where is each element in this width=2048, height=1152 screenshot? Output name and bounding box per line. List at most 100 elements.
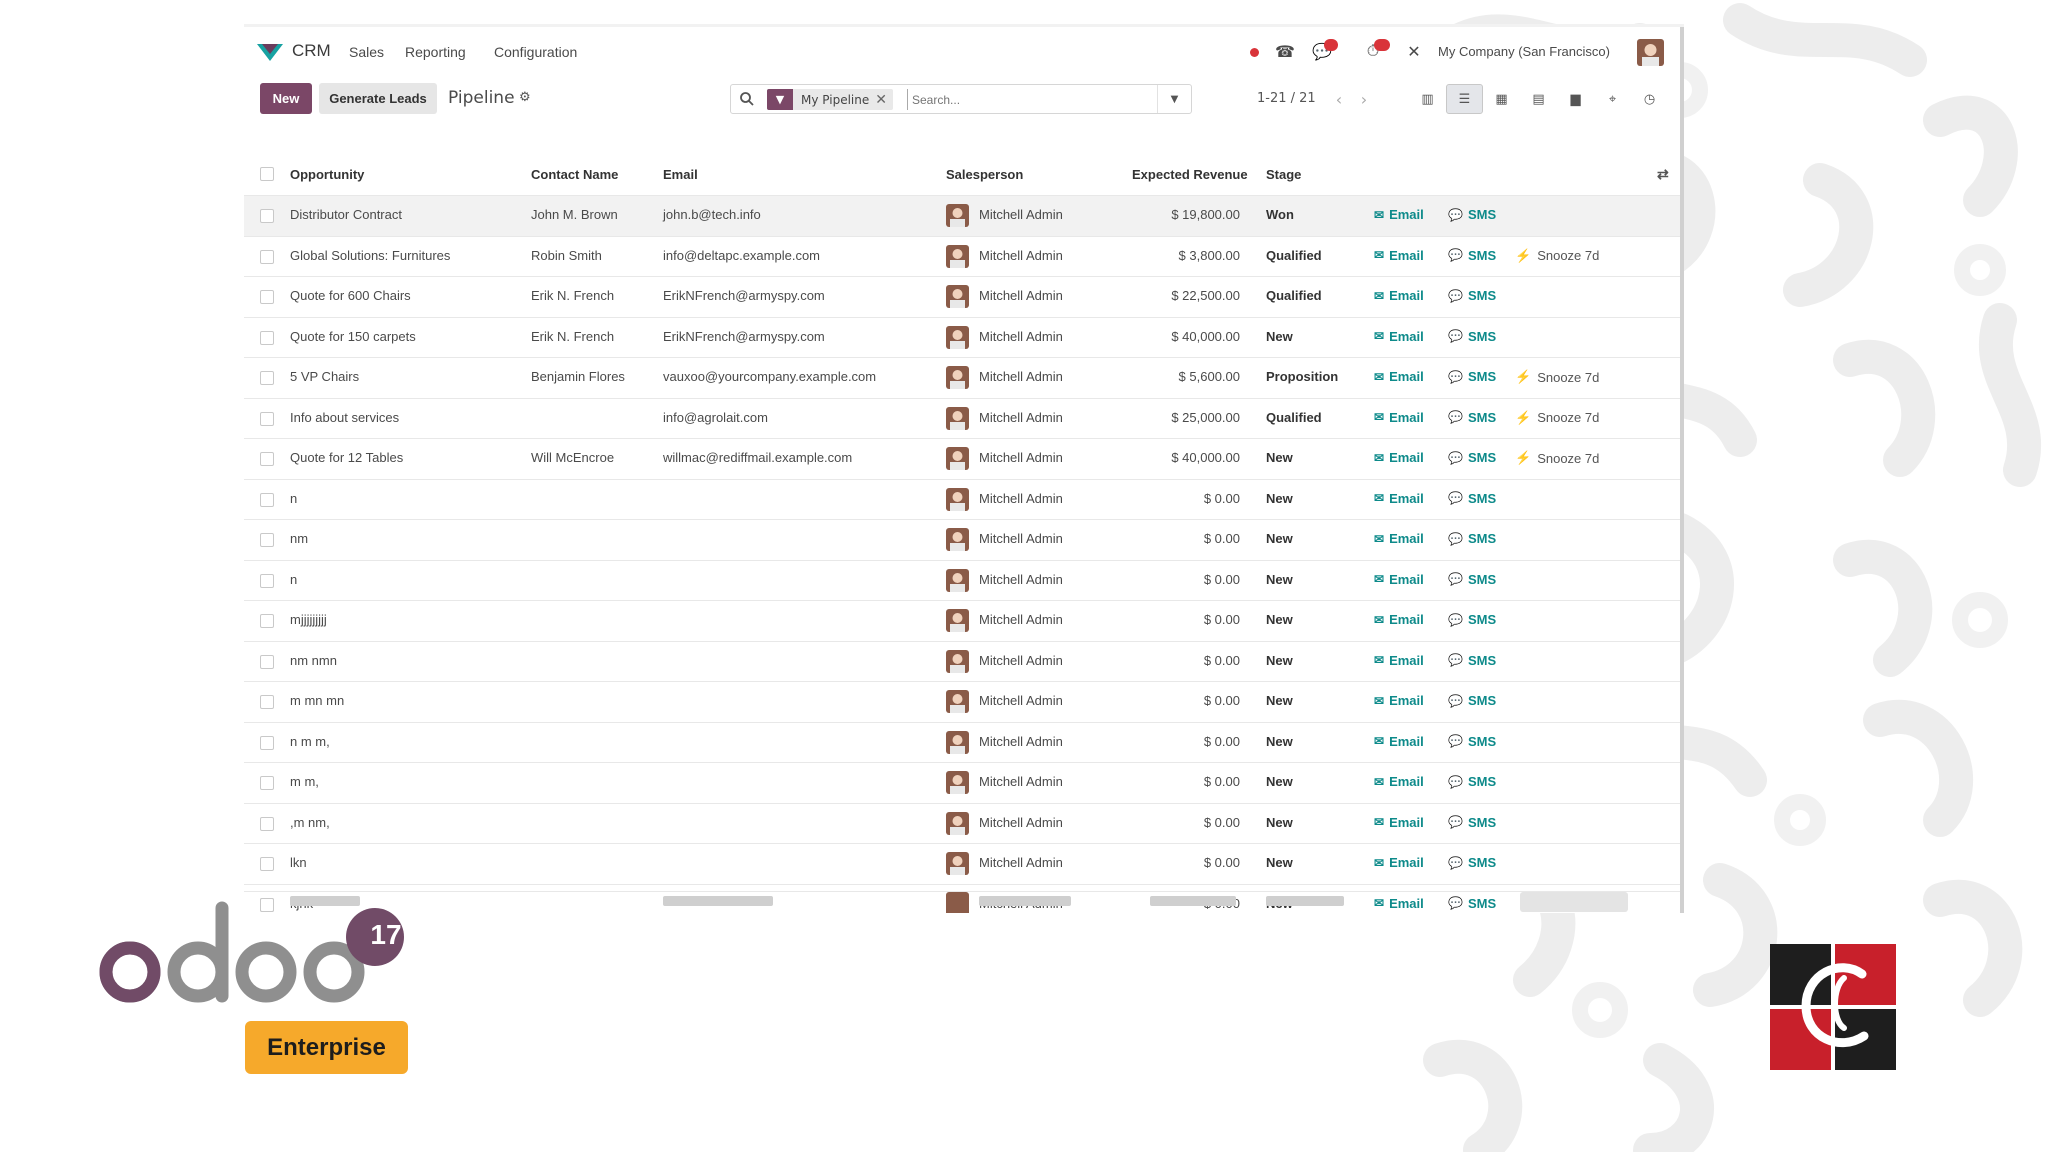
- row-checkbox[interactable]: [260, 654, 274, 669]
- row-checkbox[interactable]: [260, 695, 274, 709]
- pager-previous-icon[interactable]: ‹: [1327, 87, 1351, 111]
- email-action-button[interactable]: ✉ Email: [1374, 734, 1424, 749]
- email-action-button[interactable]: ✉ Email: [1374, 248, 1424, 263]
- table-row[interactable]: n m m, Mitchell Admin $ 0.00 New ✉ Email 💬 SMS: [244, 721, 1680, 763]
- email-action-button[interactable]: ✉ Email: [1374, 612, 1424, 627]
- email-action-button[interactable]: ✉ Email: [1374, 774, 1424, 789]
- column-opportunity[interactable]: Opportunity: [290, 167, 364, 182]
- table-row[interactable]: Quote for 600 Chairs Erik N. French ErikNF…: [244, 276, 1680, 317]
- menu-configuration[interactable]: Configuration: [494, 44, 577, 60]
- tools-icon[interactable]: ✕: [1404, 39, 1424, 65]
- row-checkbox[interactable]: [260, 533, 274, 547]
- sms-action-button[interactable]: 💬 SMS: [1448, 450, 1496, 465]
- table-row[interactable]: n Mitchell Admin $ 0.00 New ✉ Email 💬 SMS: [244, 478, 1680, 520]
- table-row[interactable]: n Mitchell Admin $ 0.00 New ✉ Email 💬 SMS: [244, 559, 1680, 601]
- table-row[interactable]: Quote for 150 carpets Erik N. French ErikN…: [244, 316, 1680, 358]
- calendar-icon[interactable]: ▦: [1483, 84, 1520, 114]
- column-stage[interactable]: Stage: [1266, 167, 1301, 182]
- user-avatar[interactable]: [1637, 39, 1664, 66]
- snooze-action-button[interactable]: ⚡ Snooze 7d: [1515, 410, 1599, 426]
- sms-action-button[interactable]: 💬 SMS: [1448, 369, 1496, 384]
- row-checkbox[interactable]: [260, 816, 274, 831]
- map-pin-icon[interactable]: ⌖: [1594, 84, 1631, 114]
- email-action-button[interactable]: ✉ Email: [1374, 288, 1424, 303]
- sms-action-button[interactable]: 💬 SMS: [1448, 855, 1496, 870]
- snooze-action-button[interactable]: ⚡ Snooze 7d: [1515, 369, 1599, 385]
- search-bar[interactable]: ▼ My Pipeline ✕ ▼: [730, 84, 1192, 114]
- sms-action-button[interactable]: 💬 SMS: [1448, 572, 1496, 587]
- email-action-button[interactable]: ✉ Email: [1374, 653, 1424, 668]
- remove-facet-icon[interactable]: ✕: [875, 92, 893, 108]
- pager-next-icon[interactable]: ›: [1352, 87, 1376, 111]
- search-input[interactable]: [907, 89, 1147, 110]
- pager-value[interactable]: 1-21 / 21: [1257, 91, 1316, 106]
- phone-icon[interactable]: ☎: [1274, 39, 1296, 65]
- row-checkbox[interactable]: [260, 857, 274, 871]
- table-row[interactable]: lkn Mitchell Admin $ 0.00 New ✉ Email 💬 SMS: [244, 843, 1680, 884]
- column-salesperson[interactable]: Salesperson: [946, 167, 1023, 182]
- table-row[interactable]: Info about services info@agrolait.com Mitc…: [244, 397, 1680, 439]
- kanban-icon[interactable]: ▥: [1409, 84, 1446, 114]
- list-icon[interactable]: ☰: [1446, 84, 1483, 114]
- company-switcher[interactable]: My Company (San Francisco): [1438, 44, 1610, 59]
- snooze-action-button[interactable]: ⚡ Snooze 7d: [1515, 450, 1599, 466]
- row-checkbox[interactable]: [260, 371, 274, 385]
- sms-action-button[interactable]: 💬 SMS: [1448, 248, 1496, 263]
- new-button[interactable]: New: [260, 83, 312, 114]
- table-row[interactable]: Distributor Contract John M. Brown john.b@…: [244, 195, 1680, 236]
- graph-icon[interactable]: ▆: [1557, 84, 1594, 114]
- sms-action-button[interactable]: 💬 SMS: [1448, 774, 1496, 789]
- search-dropdown-toggle[interactable]: ▼: [1157, 85, 1191, 113]
- sms-action-button[interactable]: 💬 SMS: [1448, 207, 1496, 222]
- email-action-button[interactable]: ✉ Email: [1374, 491, 1424, 506]
- table-row[interactable]: Global Solutions: Furnitures Robin Smith i…: [244, 235, 1680, 277]
- row-checkbox[interactable]: [260, 330, 274, 345]
- email-action-button[interactable]: ✉ Email: [1374, 450, 1424, 465]
- sms-action-button[interactable]: 💬 SMS: [1448, 612, 1496, 627]
- row-checkbox[interactable]: [260, 492, 274, 507]
- email-action-button[interactable]: ✉ Email: [1374, 410, 1424, 425]
- row-checkbox[interactable]: [260, 209, 274, 223]
- row-checkbox[interactable]: [260, 776, 274, 790]
- app-name[interactable]: CRM: [292, 41, 331, 61]
- snooze-action-button[interactable]: ⚡ Snooze 7d: [1515, 248, 1599, 264]
- sms-action-button[interactable]: 💬 SMS: [1448, 734, 1496, 749]
- column-contact-name[interactable]: Contact Name: [531, 167, 618, 182]
- menu-sales[interactable]: Sales: [349, 44, 384, 60]
- optional-columns-icon[interactable]: ⇄: [1657, 166, 1669, 183]
- activity-icon[interactable]: ⏱: [1356, 39, 1390, 65]
- row-checkbox[interactable]: [260, 290, 274, 304]
- crm-logo-icon[interactable]: [256, 41, 284, 63]
- scrollbar[interactable]: [1680, 27, 1684, 913]
- email-action-button[interactable]: ✉ Email: [1374, 207, 1424, 222]
- row-checkbox[interactable]: [260, 411, 274, 426]
- sms-action-button[interactable]: 💬 SMS: [1448, 653, 1496, 668]
- table-row[interactable]: 5 VP Chairs Benjamin Flores vauxoo@yourcom…: [244, 357, 1680, 398]
- column-email[interactable]: Email: [663, 167, 698, 182]
- row-checkbox[interactable]: [260, 452, 274, 466]
- select-all-checkbox[interactable]: [260, 167, 274, 181]
- row-checkbox[interactable]: [260, 573, 274, 588]
- table-row[interactable]: nm nmn Mitchell Admin $ 0.00 New ✉ Email 💬 SMS: [244, 640, 1680, 682]
- chat-icon[interactable]: 💬: [1306, 39, 1338, 65]
- menu-reporting[interactable]: Reporting: [405, 44, 466, 60]
- table-row[interactable]: m m, Mitchell Admin $ 0.00 New ✉ Email 💬 SMS: [244, 762, 1680, 803]
- table-row[interactable]: m mn mn Mitchell Admin $ 0.00 New ✉ Email 💬 SMS: [244, 681, 1680, 722]
- clock-icon[interactable]: ◷: [1631, 84, 1668, 114]
- sms-action-button[interactable]: 💬 SMS: [1448, 329, 1496, 344]
- sms-action-button[interactable]: 💬 SMS: [1448, 693, 1496, 708]
- row-checkbox[interactable]: [260, 249, 274, 264]
- sms-action-button[interactable]: 💬 SMS: [1448, 531, 1496, 546]
- table-row[interactable]: nm Mitchell Admin $ 0.00 New ✉ Email 💬 SMS: [244, 519, 1680, 560]
- row-checkbox[interactable]: [260, 614, 274, 628]
- sms-action-button[interactable]: 💬 SMS: [1448, 491, 1496, 506]
- column-expected-revenue[interactable]: Expected Revenue: [1132, 167, 1248, 182]
- email-action-button[interactable]: ✉ Email: [1374, 855, 1424, 870]
- gear-icon[interactable]: ⚙: [519, 90, 531, 105]
- email-action-button[interactable]: ✉ Email: [1374, 693, 1424, 708]
- table-row[interactable]: mjjjjjjjjj Mitchell Admin $ 0.00 New ✉ Email 💬…: [244, 600, 1680, 641]
- table-row[interactable]: Quote for 12 Tables Will McEncroe willmac@…: [244, 438, 1680, 479]
- status-dot-icon[interactable]: [1246, 39, 1262, 65]
- sms-action-button[interactable]: 💬 SMS: [1448, 288, 1496, 303]
- pivot-icon[interactable]: ▤: [1520, 84, 1557, 114]
